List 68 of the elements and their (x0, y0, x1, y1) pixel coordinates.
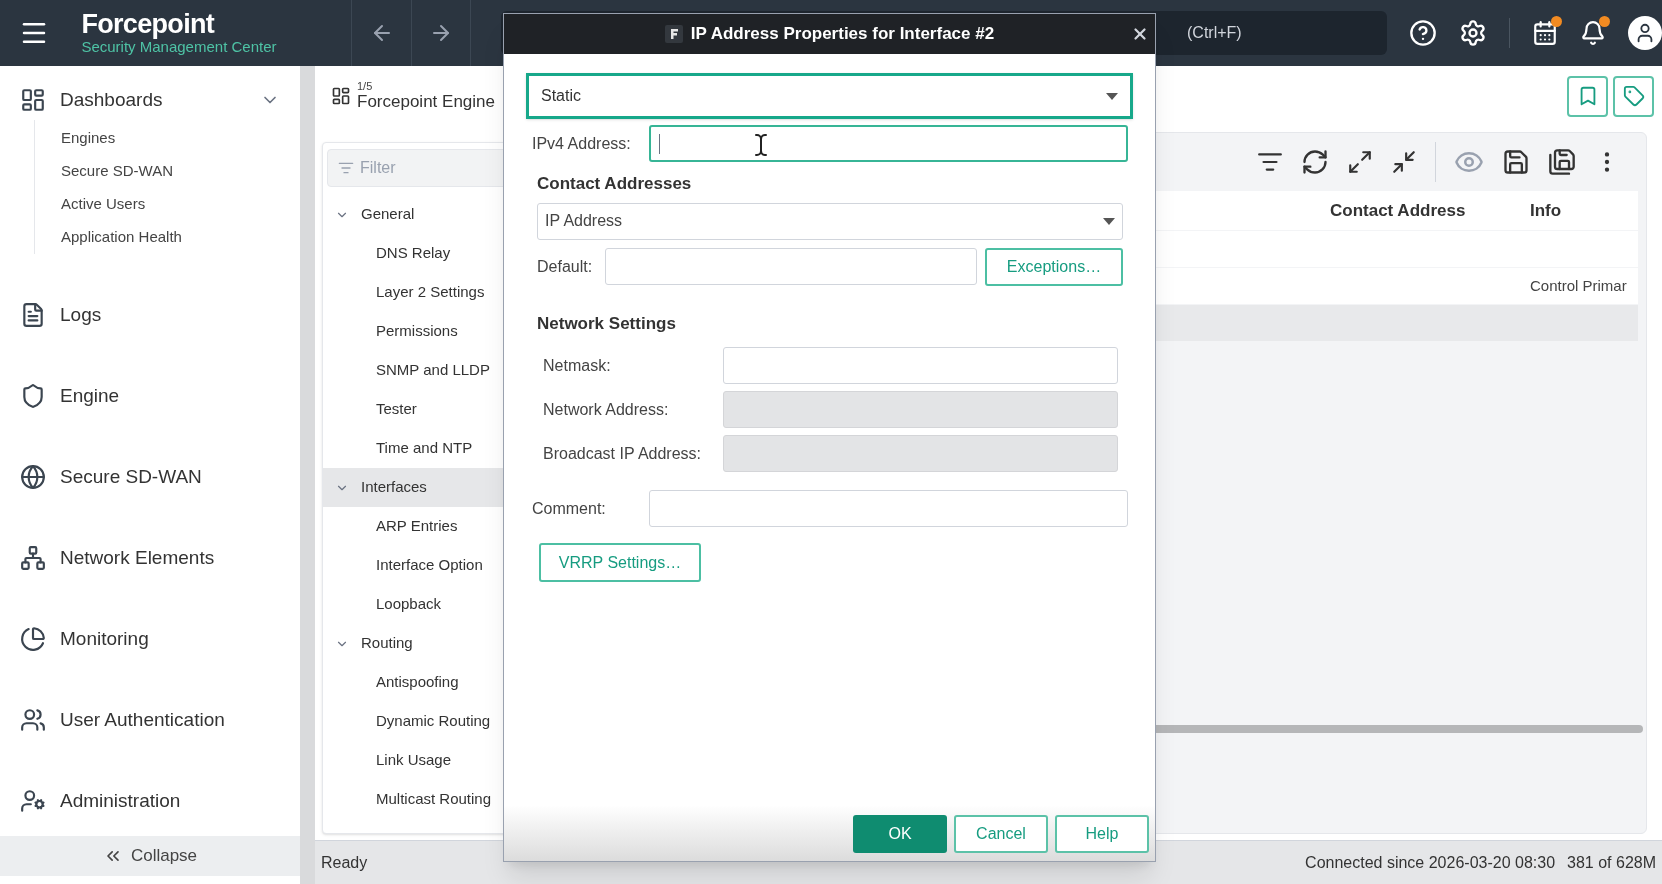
ipv4-field[interactable] (649, 125, 1128, 162)
collapse-icon[interactable] (1391, 149, 1417, 175)
text-caret (659, 133, 660, 154)
brand-logo: Forcepoint (81, 10, 216, 38)
bell-icon[interactable] (1580, 20, 1606, 46)
sidebar-subitem[interactable]: Active Users (61, 188, 300, 221)
sidebar-subitem[interactable]: Engines (61, 122, 300, 155)
field-label: Default: (537, 256, 594, 277)
field-label: Broadcast IP Address: (543, 443, 702, 464)
field-label: Netmask: (543, 355, 612, 376)
section-heading: Network Settings (537, 312, 677, 335)
sidebar-item[interactable]: Engine (0, 376, 300, 416)
close-button[interactable] (1131, 25, 1149, 43)
brand-subtitle: Security Management Center (81, 38, 278, 56)
sidebar-item[interactable]: Dashboards (0, 80, 300, 120)
tag-icon (1622, 85, 1645, 107)
exceptions-button[interactable]: Exceptions… (985, 247, 1123, 286)
document-icon (20, 302, 46, 328)
page-counter: 1/5 (357, 80, 374, 92)
bookmark-button[interactable] (1567, 75, 1608, 117)
sidebar-item[interactable]: Administration (0, 781, 300, 821)
help-icon[interactable] (1409, 19, 1437, 47)
column-header[interactable]: Info (1530, 197, 1638, 224)
tag-button[interactable] (1613, 75, 1654, 117)
dropdown-arrow-icon (1103, 217, 1115, 225)
app-logo-icon (664, 25, 683, 43)
default-field[interactable] (605, 248, 977, 285)
globe-icon (20, 464, 46, 490)
table-cell: Control Primar (1530, 277, 1627, 294)
dashboard-icon (20, 87, 46, 113)
page-title: Forcepoint Engine (357, 92, 495, 112)
comment-field[interactable] (649, 490, 1128, 527)
sidebar-subitem[interactable]: Application Health (61, 221, 300, 254)
settings-icon[interactable] (1459, 19, 1487, 47)
column-header[interactable]: Contact Address (1330, 197, 1530, 224)
dialog-button[interactable]: Cancel (954, 815, 1048, 853)
save-all-icon[interactable] (1548, 148, 1576, 176)
status-text: Ready (321, 852, 368, 873)
type-select[interactable]: Static (526, 73, 1133, 119)
filter-icon (338, 160, 354, 176)
pie-chart-icon (20, 626, 46, 652)
dialog-title: IP Address Properties for Interface #2 (690, 23, 995, 46)
contact-address-select[interactable]: IP Address (537, 202, 1123, 240)
search-hint: (Ctrl+F) (1187, 23, 1243, 43)
sidebar-item[interactable]: Network Elements (0, 538, 300, 578)
text-field[interactable] (723, 347, 1118, 384)
dropdown-arrow-icon (1106, 92, 1118, 100)
user-gear-icon (20, 788, 46, 814)
hierarchy-icon (20, 545, 46, 571)
shield-icon (20, 383, 46, 409)
collapse-button[interactable]: Collapse (0, 836, 300, 876)
calendar-icon[interactable] (1532, 20, 1558, 46)
sidebar-item[interactable]: Logs (0, 295, 300, 335)
avatar[interactable] (1628, 16, 1662, 50)
expand-icon[interactable] (1347, 149, 1373, 175)
sidebar-subitem[interactable]: Secure SD-WAN (61, 155, 300, 188)
tree-item[interactable]: Routing (323, 624, 561, 663)
field-label: Network Address: (543, 399, 670, 420)
connection-status: Connected since 2026-03-20 08:30 (1305, 852, 1556, 873)
save-icon[interactable] (1502, 148, 1530, 176)
refresh-icon[interactable] (1301, 148, 1329, 176)
dialog-button[interactable]: OK (853, 815, 947, 853)
users-icon (20, 707, 46, 733)
sidebar-item[interactable]: Secure SD-WAN (0, 457, 300, 497)
sidebar-item[interactable]: Monitoring (0, 619, 300, 659)
dashboard-icon (331, 86, 351, 106)
memory-status: 381 of 628M (1567, 852, 1656, 873)
sidebar-item[interactable]: User Authentication (0, 700, 300, 740)
